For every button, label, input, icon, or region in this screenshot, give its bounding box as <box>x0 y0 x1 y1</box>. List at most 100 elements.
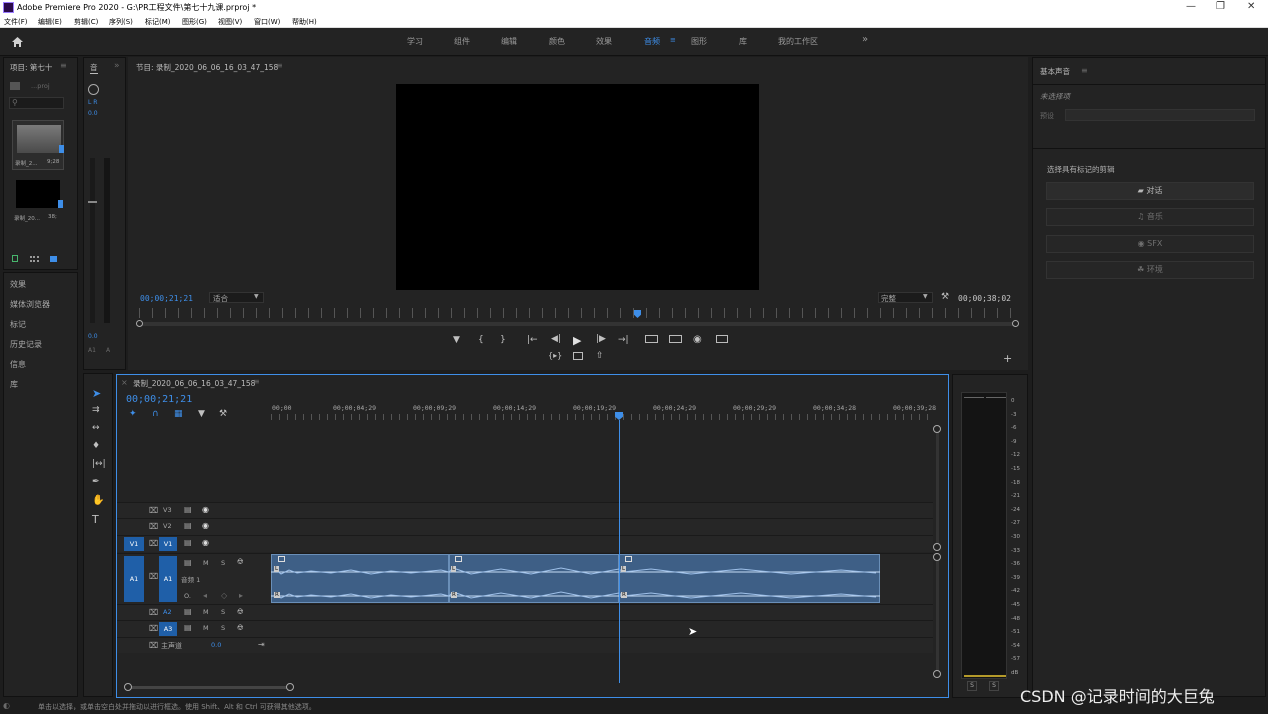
timeline-playhead-line[interactable] <box>619 420 620 683</box>
mark-out-icon[interactable]: } <box>500 335 506 345</box>
go-to-out-icon[interactable]: →| <box>618 335 629 345</box>
panel-overflow-icon[interactable]: » <box>114 61 120 71</box>
workspace-editing[interactable]: 编辑 <box>501 36 517 47</box>
sfx-button[interactable]: ◉ SFX <box>1046 235 1254 253</box>
panel-menu-icon[interactable]: ≡ <box>253 377 260 386</box>
source-patch-a1[interactable]: A1 <box>124 556 144 602</box>
home-icon[interactable] <box>11 36 24 48</box>
music-button[interactable]: ♫ 音乐 <box>1046 208 1254 226</box>
hand-tool-icon[interactable]: ✋ <box>92 495 104 506</box>
type-tool-icon[interactable]: T <box>92 513 99 526</box>
track-lock-icon[interactable]: ⌧ <box>149 506 158 515</box>
tab-history[interactable]: 历史记录 <box>10 339 42 350</box>
dialogue-button[interactable]: ▰ 对话 <box>1046 182 1254 200</box>
sync-lock-icon[interactable]: ▤ <box>184 538 192 547</box>
workspace-audio[interactable]: 音频 <box>644 36 660 47</box>
icon-view-icon[interactable] <box>50 256 57 262</box>
essential-sound-title[interactable]: 基本声音 <box>1040 66 1070 77</box>
program-time-ruler[interactable] <box>139 308 1017 318</box>
close-icon[interactable]: ✕ <box>1247 1 1255 12</box>
razor-tool-icon[interactable]: ♦ <box>92 441 100 451</box>
wrench-icon[interactable]: ⚒ <box>941 292 949 302</box>
program-video-frame[interactable] <box>396 84 759 290</box>
pen-tool-icon[interactable]: ✒ <box>92 477 100 487</box>
tab-media-browser[interactable]: 媒体浏览器 <box>10 299 50 310</box>
track-select-tool-icon[interactable]: ⇉ <box>92 405 100 415</box>
minimize-icon[interactable]: — <box>1186 1 1196 12</box>
track-target-a1[interactable]: A1 <box>159 556 177 602</box>
microphone-icon[interactable]: ⎊ <box>237 623 243 633</box>
sync-lock-icon[interactable]: ▤ <box>184 505 192 514</box>
master-volume-value[interactable]: 0.0 <box>211 641 221 649</box>
menu-window[interactable]: 窗口(W) <box>254 17 280 27</box>
scroll-handle-left[interactable] <box>136 320 143 327</box>
mixer-tab[interactable]: 音 <box>90 62 98 74</box>
project-search-input[interactable]: ⚲ <box>9 97 64 109</box>
extract-icon[interactable] <box>669 335 682 343</box>
track-lane-master[interactable] <box>271 637 933 653</box>
tab-info[interactable]: 信息 <box>10 359 26 370</box>
step-forward-icon[interactable]: |▶ <box>596 334 606 344</box>
workspace-custom[interactable]: 我的工作区 <box>778 36 818 47</box>
tab-libraries[interactable]: 库 <box>10 379 18 390</box>
next-keyframe-icon[interactable]: ▸ <box>239 591 243 600</box>
workspace-overflow-icon[interactable]: » <box>862 34 868 45</box>
volume-fader-handle[interactable] <box>88 201 97 203</box>
program-scroll-bar[interactable] <box>139 322 1017 326</box>
ambience-button[interactable]: ☘ 环境 <box>1046 261 1254 279</box>
quality-select[interactable]: 完整 ▼ <box>878 292 933 303</box>
project-item[interactable]: 录制_20... 38; <box>12 176 64 226</box>
mark-in-icon[interactable]: { <box>478 335 484 345</box>
eye-icon[interactable]: ◉ <box>202 538 209 547</box>
volume-knob[interactable]: O. <box>184 592 191 600</box>
scroll-handle[interactable] <box>933 553 941 561</box>
track-lock-icon[interactable]: ⌧ <box>149 624 158 633</box>
eye-icon[interactable]: ◉ <box>202 505 209 514</box>
track-lock-icon[interactable]: ⌧ <box>149 608 158 617</box>
track-label[interactable]: V3 <box>163 506 172 514</box>
menu-clip[interactable]: 剪辑(C) <box>74 17 98 27</box>
tab-markers[interactable]: 标记 <box>10 319 26 330</box>
tab-effects[interactable]: 效果 <box>10 279 26 290</box>
solo-button[interactable]: S <box>221 624 225 632</box>
solo-right-button[interactable]: S <box>989 681 999 691</box>
close-sequence-icon[interactable]: × <box>121 378 128 387</box>
mute-button[interactable]: M <box>203 624 209 632</box>
menu-help[interactable]: 帮助(H) <box>292 17 317 27</box>
microphone-icon[interactable]: ⎊ <box>237 607 243 617</box>
export-frame-icon[interactable]: ◉ <box>693 334 702 345</box>
project-item[interactable]: 录制_2... 9;28 <box>12 120 64 170</box>
workspace-libraries[interactable]: 库 <box>739 36 747 47</box>
sync-lock-icon[interactable]: ▤ <box>184 558 192 567</box>
slip-tool-icon[interactable]: |↔| <box>92 459 106 469</box>
scroll-handle-right[interactable] <box>1012 320 1019 327</box>
panel-menu-icon[interactable]: ≡ <box>276 61 283 70</box>
program-timecode[interactable]: 00;00;21;21 <box>140 294 193 303</box>
pan-knob[interactable] <box>88 84 99 95</box>
track-lane-v3[interactable] <box>271 502 933 518</box>
volume-fader-track[interactable] <box>90 158 95 323</box>
audio-tracks-scrollbar[interactable] <box>936 558 939 674</box>
source-patch-v1[interactable]: V1 <box>124 537 144 551</box>
track-lane-v2[interactable] <box>271 518 933 535</box>
track-lane-a3[interactable] <box>271 620 933 637</box>
video-tracks-scrollbar[interactable] <box>936 428 939 550</box>
export-icon[interactable]: ⇧ <box>596 351 604 361</box>
workspace-effects[interactable]: 效果 <box>596 36 612 47</box>
snap-icon[interactable]: ✦ <box>129 409 137 419</box>
menu-file[interactable]: 文件(F) <box>4 17 28 27</box>
track-lock-icon[interactable]: ⌧ <box>149 522 158 531</box>
timeline-sequence-tab[interactable]: 录制_2020_06_06_16_03_47_158 <box>133 378 255 389</box>
mute-button[interactable]: M <box>203 559 209 567</box>
solo-button[interactable]: S <box>221 559 225 567</box>
go-to-in-icon[interactable]: |← <box>527 335 538 345</box>
prev-keyframe-icon[interactable]: ◂ <box>203 591 207 600</box>
track-lock-icon[interactable]: ⌧ <box>149 572 158 581</box>
timeline-timecode[interactable]: 00;00;21;21 <box>126 394 192 405</box>
panel-menu-icon[interactable]: ≡ <box>1081 66 1088 75</box>
list-view-icon[interactable] <box>30 256 39 262</box>
menu-sequence[interactable]: 序列(S) <box>109 17 133 27</box>
track-target-a3[interactable]: A3 <box>159 622 177 636</box>
sync-lock-icon[interactable]: ▤ <box>184 623 192 632</box>
workspace-assembly[interactable]: 组件 <box>454 36 470 47</box>
